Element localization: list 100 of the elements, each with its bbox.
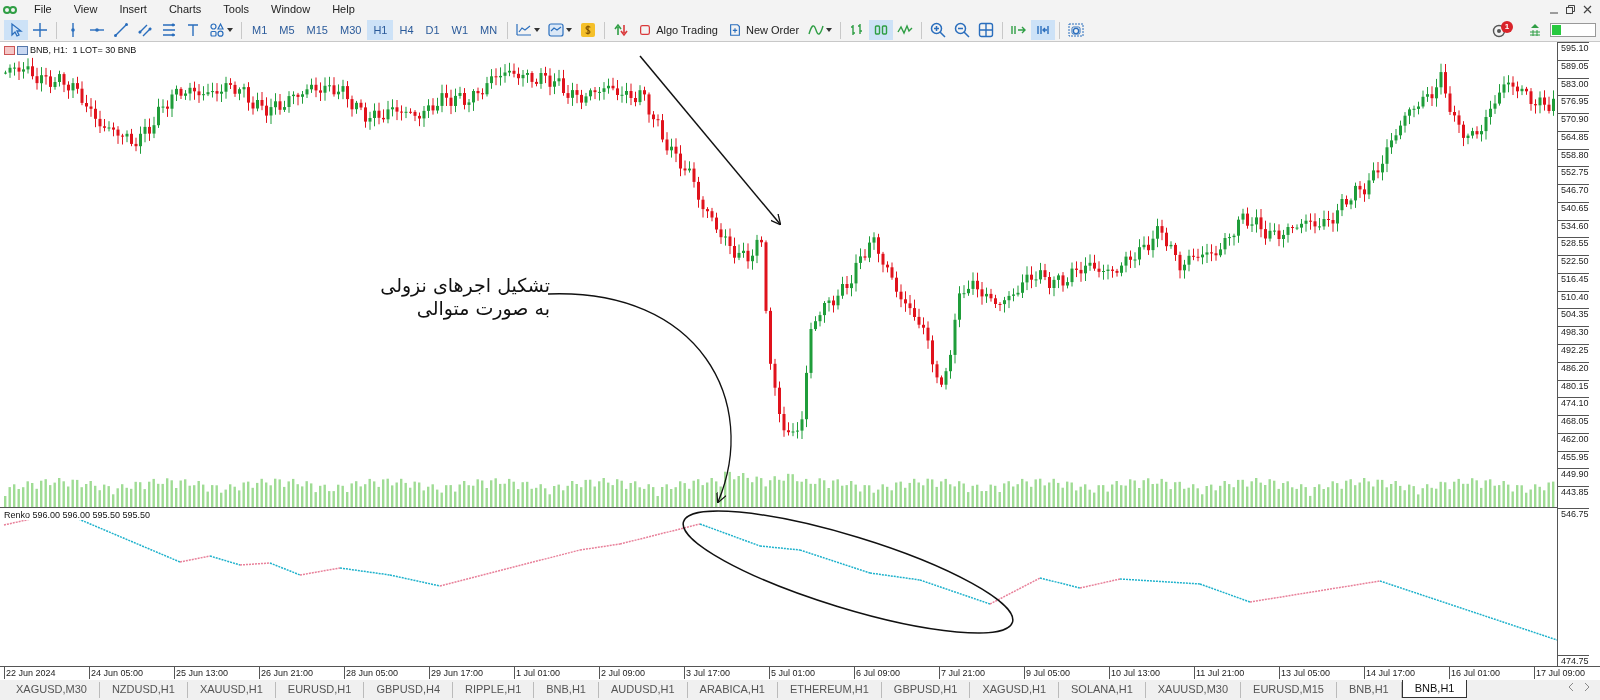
timeframe-button[interactable]: M15 bbox=[300, 20, 334, 40]
chart-tab[interactable]: BNB,H1 bbox=[534, 682, 599, 698]
price-label: 468.05 bbox=[1558, 415, 1589, 433]
timeframe-button[interactable]: H1 bbox=[367, 20, 394, 40]
chart-tab[interactable]: ARABICA,H1 bbox=[687, 682, 778, 698]
timeframe-button[interactable]: M30 bbox=[333, 20, 368, 40]
price-label: 449.90 bbox=[1558, 468, 1589, 487]
menu-item[interactable]: File bbox=[23, 1, 63, 18]
menu-item[interactable]: Tools bbox=[212, 1, 260, 18]
chart-tab[interactable]: XAUUSD,H1 bbox=[187, 682, 276, 698]
stop-square-icon bbox=[638, 23, 653, 37]
connection-status-icon bbox=[1550, 23, 1596, 37]
time-label: 7 Jul 21:00 bbox=[939, 667, 986, 679]
chart-tab[interactable]: EURUSD,M15 bbox=[1241, 682, 1337, 698]
chart-tab[interactable]: XAGUSD,H1 bbox=[970, 682, 1059, 698]
time-label: 5 Jul 01:00 bbox=[769, 667, 816, 679]
price-label: 516.45 bbox=[1558, 272, 1589, 291]
price-label: 455.95 bbox=[1558, 450, 1589, 469]
chart-tab[interactable]: ETHEREUM,H1 bbox=[778, 682, 882, 698]
caret-icon bbox=[826, 28, 833, 32]
menu-item[interactable]: Window bbox=[260, 1, 322, 18]
toolbar-button[interactable] bbox=[869, 20, 894, 40]
chart-tab[interactable]: SOLANA,H1 bbox=[1059, 682, 1146, 698]
price-label: 589.05 bbox=[1558, 59, 1589, 78]
price-label: 546.70 bbox=[1558, 184, 1589, 202]
timeframe-button[interactable]: H4 bbox=[393, 20, 420, 40]
trend-line-icon bbox=[113, 22, 129, 38]
toolbar-button[interactable] bbox=[4, 20, 28, 40]
scroll-right-icon[interactable] bbox=[1584, 683, 1590, 691]
price-label: 534.60 bbox=[1558, 219, 1589, 238]
caret-icon bbox=[566, 28, 573, 32]
menu-item[interactable]: Insert bbox=[108, 1, 158, 18]
timeframe-button[interactable]: M5 bbox=[273, 20, 301, 40]
chart-tab[interactable]: EURUSD,H1 bbox=[275, 682, 365, 698]
chart-tab[interactable]: NZDUSD,H1 bbox=[99, 682, 188, 698]
line-chart-icon bbox=[516, 22, 533, 38]
price-label: 522.50 bbox=[1558, 255, 1589, 273]
price-label: 474.75 bbox=[1558, 655, 1589, 666]
chart-tab[interactable]: XAUUSD,M30 bbox=[1145, 682, 1242, 698]
notifications-button[interactable]: 1 bbox=[1492, 21, 1514, 39]
timeframe-button[interactable]: M1 bbox=[246, 20, 274, 40]
price-label: 504.35 bbox=[1558, 308, 1589, 327]
new-order-button[interactable]: New Order bbox=[722, 20, 805, 40]
caret-icon bbox=[534, 28, 541, 32]
chart-tab[interactable]: XAGUSD,M30 bbox=[4, 682, 100, 698]
time-label: 6 Jul 09:00 bbox=[854, 667, 901, 679]
menu-item[interactable]: View bbox=[62, 1, 109, 18]
price-label: 474.10 bbox=[1558, 397, 1589, 416]
chart-tab[interactable]: BNB,H1 bbox=[1336, 682, 1402, 698]
time-label: 13 Jul 05:00 bbox=[1279, 667, 1331, 679]
timeframe-button[interactable]: D1 bbox=[419, 20, 446, 40]
price-label: 595.10 bbox=[1558, 42, 1589, 60]
price-label: 564.85 bbox=[1558, 130, 1589, 149]
candlestick-icon bbox=[873, 22, 890, 38]
time-label: 17 Jul 09:00 bbox=[1534, 667, 1586, 679]
app-logo-icon bbox=[3, 3, 17, 16]
timeframe-button[interactable]: MN bbox=[474, 20, 504, 40]
zoom-out-icon bbox=[954, 22, 971, 38]
time-label: 11 Jul 21:00 bbox=[1194, 667, 1245, 679]
time-label: 22 Jun 2024 bbox=[4, 667, 56, 679]
price-label: 510.40 bbox=[1558, 290, 1589, 309]
annotation-text: تشکیل اجرهای نزولی به صورت متوالی bbox=[379, 274, 550, 320]
algo-trading-button[interactable]: Algo Trading bbox=[633, 20, 723, 40]
chart-header: BNB, H1: 1 LOT= 30 BNB bbox=[4, 44, 137, 58]
grid-icon bbox=[978, 22, 995, 38]
time-label: 24 Jun 05:00 bbox=[89, 667, 144, 679]
chart-tab[interactable]: AUDUSD,H1 bbox=[599, 682, 688, 698]
time-label: 9 Jul 05:00 bbox=[1024, 667, 1071, 679]
channel-icon bbox=[137, 22, 153, 38]
chart-tab[interactable]: GBPUSD,H4 bbox=[364, 682, 453, 698]
restore-icon[interactable] bbox=[1566, 5, 1575, 14]
timeframe-button[interactable]: W1 bbox=[445, 20, 475, 40]
price-label: 486.20 bbox=[1558, 361, 1589, 380]
chart-tab[interactable]: GBPUSD,H1 bbox=[881, 682, 971, 698]
price-label: 462.00 bbox=[1558, 432, 1589, 451]
notification-count: 1 bbox=[1501, 21, 1513, 33]
caret-icon bbox=[227, 28, 233, 32]
symbol-icon bbox=[4, 46, 28, 56]
time-label: 29 Jun 17:00 bbox=[429, 667, 484, 679]
chart-tab[interactable]: BNB,H1 bbox=[1401, 680, 1468, 698]
time-label: 1 Jul 01:00 bbox=[514, 667, 561, 679]
price-label: 528.55 bbox=[1558, 237, 1589, 256]
zoom-in-icon bbox=[930, 22, 947, 38]
dollar-icon bbox=[580, 22, 597, 38]
price-label: 558.80 bbox=[1558, 148, 1589, 167]
close-icon[interactable] bbox=[1583, 5, 1592, 14]
time-label: 14 Jul 17:00 bbox=[1364, 667, 1416, 679]
buy-sell-arrows-icon bbox=[613, 22, 630, 38]
time-label: 25 Jun 13:00 bbox=[174, 667, 229, 679]
indicator-icon bbox=[808, 22, 825, 38]
scroll-left-icon[interactable] bbox=[1568, 683, 1574, 691]
chat-icon bbox=[1492, 24, 1506, 38]
price-label: 583.00 bbox=[1558, 77, 1589, 96]
menu-item[interactable]: Help bbox=[321, 1, 366, 18]
menu-item[interactable]: Charts bbox=[157, 1, 213, 18]
new-order-icon bbox=[727, 23, 742, 37]
toolbar-button[interactable] bbox=[1031, 20, 1056, 40]
time-label: 26 Jun 21:00 bbox=[259, 667, 314, 679]
chart-tab[interactable]: RIPPLE,H1 bbox=[453, 682, 535, 698]
price-label: 492.25 bbox=[1558, 344, 1589, 362]
